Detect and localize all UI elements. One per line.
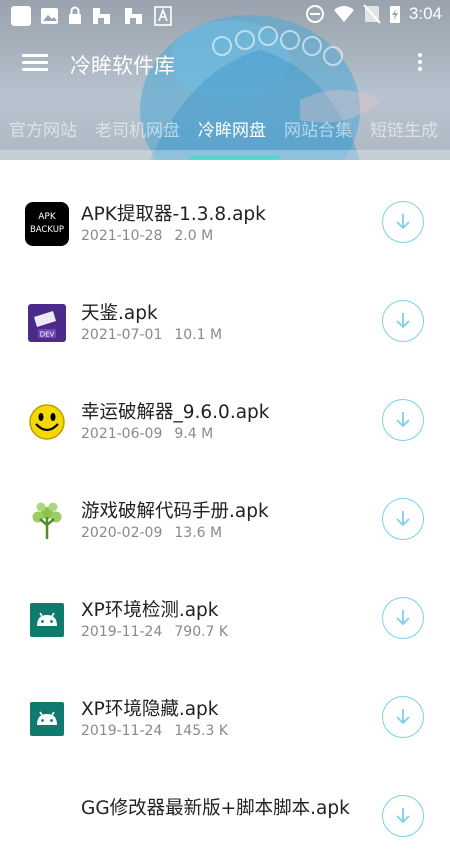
file-name: 游戏破解代码手册.apk — [81, 501, 269, 522]
download-icon — [396, 610, 410, 626]
download-button[interactable] — [382, 399, 424, 441]
no-sim-icon — [363, 4, 381, 24]
file-size: 145.3 K — [174, 723, 229, 739]
download-button[interactable] — [382, 696, 424, 738]
file-item[interactable]: APK BACKUP APK提取器-1.3.8.apk 2021-10-28 2.… — [0, 172, 450, 271]
file-date: 2019-11-24 — [81, 723, 163, 739]
tab-official-site[interactable]: 官方网站 — [0, 112, 86, 150]
file-meta: 2021-06-09 9.4 M — [81, 426, 213, 442]
wifi-icon — [333, 6, 354, 22]
file-item[interactable]: GG修改器最新版+脚本脚本.apk — [0, 766, 450, 865]
file-meta: 2019-11-24 145.3 K — [81, 723, 228, 739]
dev-icon: DEV — [28, 304, 66, 342]
file-name: XP环境检测.apk — [81, 600, 219, 621]
file-date: 2019-11-24 — [81, 624, 163, 640]
download-button[interactable] — [382, 201, 424, 243]
smiley-icon — [29, 404, 65, 440]
file-size: 2.0 M — [174, 228, 214, 244]
remove-circle-icon — [305, 5, 324, 23]
download-icon — [396, 214, 410, 230]
app-header: 3:04 冷眸软件库 官方网站 老司机网盘 冷眸网盘 网站合集 短链生成 — [0, 0, 450, 160]
file-name: 幸运破解器_9.6.0.apk — [81, 402, 270, 423]
download-icon — [396, 709, 410, 725]
svg-text:APK: APK — [38, 212, 57, 222]
file-item[interactable]: DEV 天鉴.apk 2021-07-01 10.1 M — [0, 271, 450, 370]
file-size: 9.4 M — [174, 426, 214, 442]
file-size: 790.7 K — [174, 624, 229, 640]
download-button[interactable] — [382, 597, 424, 639]
toolbar: 冷眸软件库 — [0, 34, 450, 94]
file-date: 2021-07-01 — [81, 327, 163, 343]
file-date: 2020-02-09 — [81, 525, 163, 541]
file-name: GG修改器最新版+脚本脚本.apk — [81, 798, 350, 819]
file-item[interactable]: 游戏破解代码手册.apk 2020-02-09 13.6 M — [0, 469, 450, 568]
more-options-icon[interactable] — [414, 50, 426, 78]
lock-icon — [69, 6, 81, 24]
file-meta: 2020-02-09 13.6 M — [81, 525, 222, 541]
status-bar: 3:04 — [0, 0, 450, 30]
image-icon — [41, 8, 58, 24]
tab-short-link[interactable]: 短链生成 — [361, 112, 447, 150]
bug-icon — [125, 8, 142, 24]
download-icon — [396, 412, 410, 428]
notification-app-icon — [11, 6, 31, 26]
svg-text:BACKUP: BACKUP — [30, 225, 64, 235]
download-icon — [396, 808, 410, 824]
app-title: 冷眸软件库 — [70, 54, 175, 78]
tab-bar: 官方网站 老司机网盘 冷眸网盘 网站合集 短链生成 — [0, 112, 447, 152]
download-button[interactable] — [382, 498, 424, 540]
download-button[interactable] — [382, 300, 424, 342]
file-date: 2021-06-09 — [81, 426, 163, 442]
bug-icon — [93, 8, 110, 24]
file-size: 13.6 M — [174, 525, 223, 541]
svg-text:DEV: DEV — [40, 331, 55, 339]
font-icon — [154, 6, 172, 26]
tab-lengmou-netdisk[interactable]: 冷眸网盘 — [189, 112, 275, 150]
file-name: 天鉴.apk — [81, 303, 158, 324]
file-item[interactable]: XP环境隐藏.apk 2019-11-24 145.3 K — [0, 667, 450, 766]
file-item[interactable]: XP环境检测.apk 2019-11-24 790.7 K — [0, 568, 450, 667]
android-icon — [30, 603, 64, 637]
file-list: APK BACKUP APK提取器-1.3.8.apk 2021-10-28 2.… — [0, 172, 450, 865]
apk-backup-icon: APK BACKUP — [25, 202, 69, 246]
status-time: 3:04 — [408, 4, 442, 23]
battery-charging-icon — [389, 6, 400, 23]
tree-icon — [32, 502, 62, 539]
download-icon — [396, 313, 410, 329]
tab-site-collection[interactable]: 网站合集 — [275, 112, 361, 150]
file-meta: 2019-11-24 790.7 K — [81, 624, 228, 640]
android-icon — [30, 702, 64, 736]
file-name: APK提取器-1.3.8.apk — [81, 204, 266, 225]
file-item[interactable]: 幸运破解器_9.6.0.apk 2021-06-09 9.4 M — [0, 370, 450, 469]
file-meta: 2021-10-28 2.0 M — [81, 228, 213, 244]
download-icon — [396, 511, 410, 527]
file-date: 2021-10-28 — [81, 228, 163, 244]
tab-driver-netdisk[interactable]: 老司机网盘 — [86, 112, 189, 150]
menu-icon[interactable] — [20, 50, 50, 78]
file-meta: 2021-07-01 10.1 M — [81, 327, 222, 343]
file-size: 10.1 M — [174, 327, 223, 343]
file-name: XP环境隐藏.apk — [81, 699, 219, 720]
download-button[interactable] — [382, 795, 424, 837]
active-tab-indicator — [189, 156, 279, 159]
